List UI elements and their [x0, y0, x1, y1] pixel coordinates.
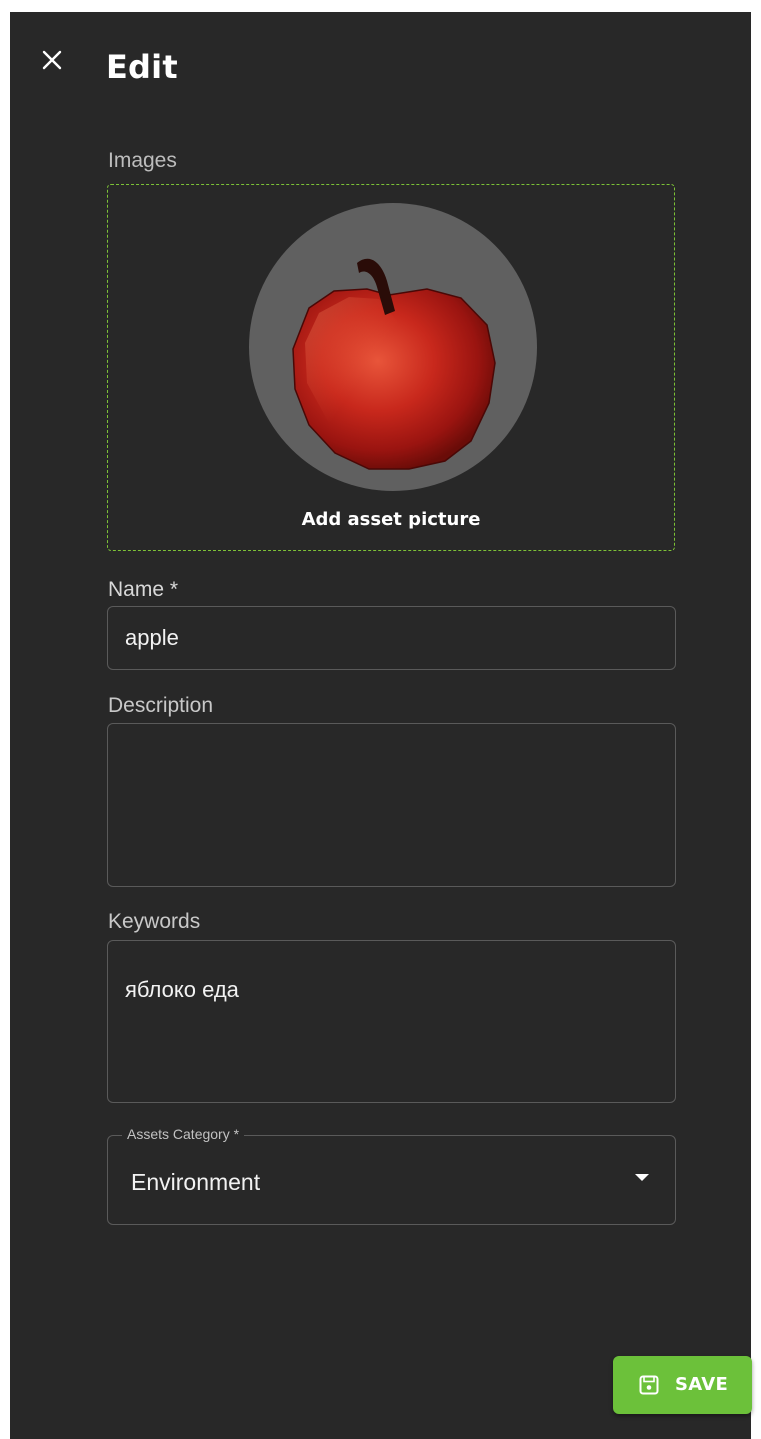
keywords-textarea[interactable]: яблоко еда	[107, 940, 676, 1103]
keywords-label: Keywords	[108, 910, 201, 933]
image-dropzone[interactable]: Add asset picture	[107, 184, 675, 551]
save-label: SAVE	[675, 1374, 729, 1395]
close-icon	[42, 50, 62, 70]
assets-category-label: Assets Category *	[122, 1126, 245, 1142]
assets-category-value: Environment	[131, 1169, 261, 1195]
apple-icon	[292, 258, 496, 470]
close-button[interactable]	[40, 48, 64, 72]
save-icon	[639, 1375, 659, 1395]
name-label: Name *	[108, 578, 179, 601]
asset-picture[interactable]	[249, 203, 537, 491]
save-button[interactable]: SAVE	[613, 1356, 752, 1414]
edit-panel: Edit Images Add asset picture Name * app…	[10, 12, 752, 1439]
name-value: apple	[125, 625, 179, 650]
assets-category-select[interactable]: Assets Category * Environment	[107, 1126, 676, 1225]
description-label: Description	[108, 694, 214, 717]
caret-down-icon	[635, 1174, 649, 1181]
add-asset-picture-label: Add asset picture	[301, 509, 481, 530]
page-title: Edit	[106, 48, 178, 86]
keywords-value: яблоко еда	[125, 977, 239, 1002]
description-textarea[interactable]	[107, 723, 676, 887]
name-input[interactable]: apple	[107, 606, 676, 670]
images-label: Images	[108, 149, 177, 172]
